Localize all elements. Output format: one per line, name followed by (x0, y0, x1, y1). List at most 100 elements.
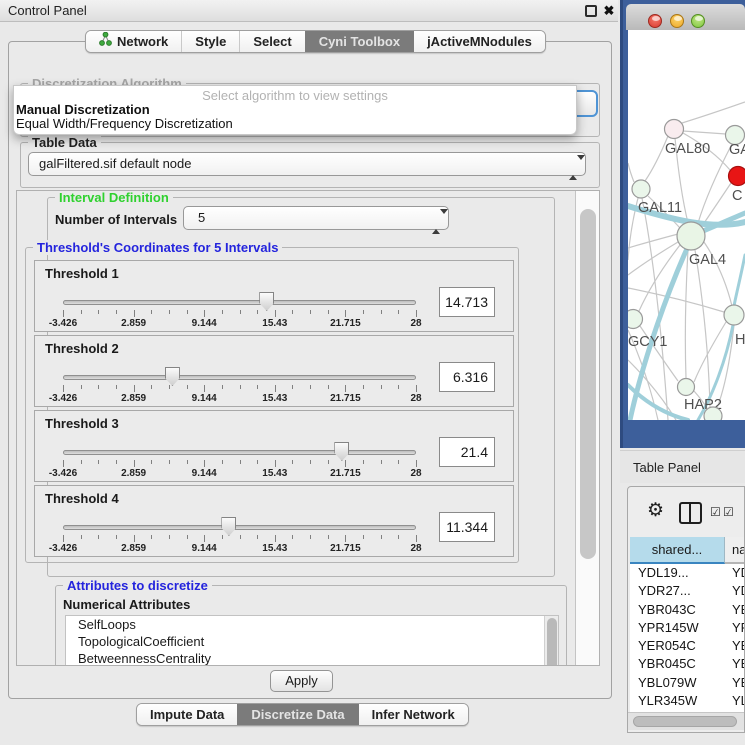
slider-tick (151, 535, 152, 539)
threshold-slider-track[interactable] (63, 300, 416, 305)
table-header-name[interactable]: na (725, 537, 745, 564)
network-node-gcy1[interactable] (628, 310, 643, 329)
slider-tick (204, 535, 205, 542)
table-cell-shared: YBR045C (630, 655, 725, 673)
network-node-gal11[interactable] (632, 180, 650, 198)
table-row[interactable]: YBL079WYBL0 (630, 674, 745, 692)
table-horizontal-scrollbar[interactable] (628, 712, 744, 730)
attribute-list-item[interactable]: SelfLoops (66, 616, 558, 633)
threshold-slider-thumb[interactable] (165, 367, 180, 386)
slider-tick-label: 2.859 (121, 543, 146, 554)
table-row[interactable]: YPR145WYPR1 (630, 619, 745, 637)
table-header-shared[interactable]: shared... (630, 537, 725, 564)
settings-scrollbar-thumb[interactable] (580, 209, 596, 559)
slider-tick (328, 535, 329, 539)
tab-impute-data[interactable]: Impute Data (137, 704, 237, 725)
threshold-slider-thumb[interactable] (334, 442, 349, 461)
slider-tick (381, 310, 382, 314)
top-tab-bar: Network Style Select Cyni Toolbox jActiveMNo… (85, 30, 546, 53)
tab-select[interactable]: Select (239, 31, 304, 52)
network-node-gal4[interactable] (677, 222, 705, 250)
threshold-value-field[interactable]: 21.4 (439, 437, 495, 467)
minimize-light-icon[interactable] (670, 14, 684, 28)
slider-tick (328, 460, 329, 464)
threshold-slider-thumb[interactable] (259, 292, 274, 311)
table-row[interactable]: YBR045CYBR0 (630, 655, 745, 673)
tab-infer-network[interactable]: Infer Network (358, 704, 468, 725)
slider-tick (169, 460, 170, 464)
network-node-label: GAL11 (638, 200, 682, 216)
network-edge (628, 288, 724, 312)
slider-tick (222, 385, 223, 389)
table-cell-name: YER0 (725, 637, 745, 655)
tab-network[interactable]: Network (86, 31, 181, 52)
number-of-intervals-value: 5 (198, 210, 205, 225)
threshold-slider-track[interactable] (63, 450, 416, 455)
network-node[interactable] (704, 407, 722, 420)
thresholds-group: Threshold's Coordinates for 5 Intervals … (25, 247, 519, 563)
tab-label: Cyni Toolbox (319, 31, 400, 52)
threshold-panel: Threshold 2-3.4262.8599.14415.4321.71528… (34, 335, 514, 407)
network-node-gal80[interactable] (665, 120, 684, 139)
checkbox-icon[interactable]: ☑ (723, 506, 734, 518)
number-of-intervals-spinner[interactable]: 5 (183, 206, 449, 230)
checkbox-icon[interactable]: ☑ (710, 506, 721, 518)
table-cell-shared: YDL19... (630, 564, 725, 582)
table-row[interactable]: YDR27...YDR2 (630, 582, 745, 600)
apply-button[interactable]: Apply (270, 670, 333, 692)
slider-tick-label: 15.43 (262, 468, 287, 479)
network-canvas[interactable]: GAL80GACGAL11GAL4GCY1HHAP2 (628, 30, 745, 420)
table-row[interactable]: YDL19...YDL1 (630, 564, 745, 582)
threshold-slider-track[interactable] (63, 525, 416, 530)
algorithm-option[interactable]: Equal Width/Frequency Discretization (14, 117, 576, 131)
table-data-group-title: Table Data (28, 135, 101, 150)
gear-icon[interactable]: ⚙ (647, 501, 664, 520)
tab-cyni-toolbox[interactable]: Cyni Toolbox (305, 31, 413, 52)
network-node-c[interactable] (729, 167, 745, 186)
close-window-button[interactable]: ✖ (601, 1, 617, 21)
tab-jactivemnodules[interactable]: jActiveMNodules (413, 31, 545, 52)
table-row[interactable]: YBR043CYBR0 (630, 601, 745, 619)
table-row[interactable]: YER054CYER0 (630, 637, 745, 655)
network-edge-highlighted (734, 255, 745, 306)
table-row[interactable]: YLR345WYLR3 (630, 692, 745, 710)
threshold-label: Threshold 2 (45, 341, 119, 356)
algorithm-option[interactable]: Manual Discretization (14, 103, 576, 117)
threshold-value-field[interactable]: 6.316 (439, 362, 495, 392)
threshold-value-field[interactable]: 14.713 (439, 287, 495, 317)
network-node-hap2[interactable] (678, 379, 695, 396)
network-edge (685, 250, 688, 378)
float-window-button[interactable] (585, 5, 597, 17)
slider-tick (222, 460, 223, 464)
slider-tick (81, 460, 82, 464)
close-light-icon[interactable] (648, 14, 662, 28)
slider-tick-label: 15.43 (262, 393, 287, 404)
threshold-value-field[interactable]: 11.344 (439, 512, 495, 542)
zoom-light-icon[interactable] (691, 14, 705, 28)
slider-tick-label: 28 (410, 393, 421, 404)
tab-label: Infer Network (372, 704, 455, 725)
threshold-slider-track[interactable] (63, 375, 416, 380)
slider-tick (134, 535, 135, 542)
table-data-combobox[interactable]: galFiltered.sif default node (28, 152, 586, 176)
tab-discretize-data[interactable]: Discretize Data (237, 704, 357, 725)
network-graph: GAL80GACGAL11GAL4GCY1HHAP2 (628, 30, 745, 420)
attribute-list-item[interactable]: TopologicalCoefficient (66, 633, 558, 650)
attributes-list-scrollbar[interactable] (544, 616, 558, 666)
tab-label: Network (117, 31, 168, 52)
threshold-slider-thumb[interactable] (221, 517, 236, 536)
numerical-attributes-list[interactable]: SelfLoopsTopologicalCoefficientBetweenne… (65, 615, 559, 666)
network-node-h[interactable] (724, 305, 744, 325)
tab-style[interactable]: Style (181, 31, 239, 52)
attribute-list-item[interactable]: BetweennessCentrality (66, 650, 558, 666)
attributes-group-title: Attributes to discretize (63, 578, 212, 593)
combobox-stepper-icon (569, 157, 578, 179)
tab-label: Style (195, 31, 226, 52)
threshold-label: Threshold 4 (45, 491, 119, 506)
table-data-combobox-value: galFiltered.sif default node (39, 156, 191, 171)
slider-tick (398, 535, 399, 539)
slider-tick (169, 535, 170, 539)
settings-vertical-scrollbar[interactable] (575, 191, 600, 665)
column-split-icon[interactable] (679, 502, 702, 524)
slider-tick-label: 28 (410, 468, 421, 479)
